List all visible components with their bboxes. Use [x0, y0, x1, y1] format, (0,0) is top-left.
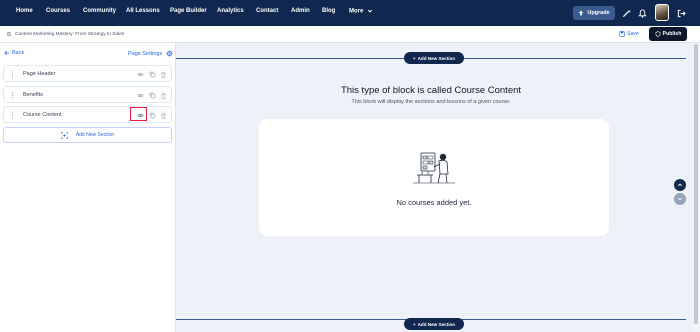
magic-wand-icon[interactable] — [620, 6, 632, 20]
arrow-left-icon — [4, 50, 10, 56]
upgrade-icon — [578, 10, 584, 16]
settings-icon — [6, 31, 12, 37]
editor-subbar: Content Marketing Mastery: From Strategy… — [0, 26, 700, 43]
nav-contact[interactable]: Contact — [256, 8, 278, 14]
back-button[interactable]: Back — [4, 50, 24, 56]
user-avatar[interactable] — [655, 4, 669, 21]
save-label: Save — [627, 31, 639, 37]
nav-community[interactable]: Community — [83, 8, 116, 14]
add-new-section-label: Add New Section — [75, 132, 115, 138]
add-section-bottom-label: Add New Section — [417, 321, 456, 327]
publish-button[interactable]: Publish — [649, 27, 687, 41]
section-label: Benefits — [23, 92, 43, 98]
vertical-scrollbar-thumb[interactable] — [694, 44, 698, 324]
scroll-down-button[interactable] — [674, 193, 686, 205]
add-section-top-label: Add New Section — [417, 55, 456, 61]
gear-icon — [166, 50, 173, 57]
nav-admin[interactable]: Admin — [291, 8, 310, 14]
nav-page-builder[interactable]: Page Builder — [170, 8, 207, 14]
back-label: Back — [12, 50, 25, 56]
logout-icon[interactable] — [675, 6, 687, 20]
drag-handle-icon[interactable] — [11, 92, 14, 99]
trash-icon[interactable] — [159, 111, 167, 119]
save-icon — [619, 31, 625, 37]
section-label: Course Content — [23, 112, 62, 118]
nav-courses[interactable]: Courses — [46, 8, 70, 14]
breadcrumb-course-title: Content Marketing Mastery: From Strategy… — [15, 31, 125, 37]
drag-handle-icon[interactable] — [11, 71, 14, 78]
publish-label: Publish — [662, 31, 682, 37]
add-section-bottom-button[interactable]: + Add New Section — [404, 318, 464, 330]
add-new-section-button[interactable]: Add New Section — [3, 127, 172, 143]
nav-home[interactable]: Home — [16, 8, 33, 14]
block-subtitle: This block will display the sections and… — [351, 99, 511, 105]
page-settings-label: Page Settings — [128, 50, 163, 57]
duplicate-icon[interactable] — [148, 111, 156, 119]
section-label: Page Header — [23, 71, 56, 77]
nav-more[interactable]: More — [349, 8, 373, 15]
trash-icon[interactable] — [159, 91, 167, 99]
top-navigation-bar: Home Courses Community All Lessons Page … — [0, 0, 700, 26]
chevron-up-icon — [677, 183, 683, 187]
plus-icon: + — [412, 321, 416, 327]
breadcrumb: Content Marketing Mastery: From Strategy… — [6, 31, 124, 37]
upgrade-button[interactable]: Upgrade — [573, 6, 615, 20]
shield-icon — [655, 31, 661, 37]
block-title: This type of block is called Course Cont… — [340, 85, 522, 96]
duplicate-icon[interactable] — [148, 70, 156, 78]
nav-all-lessons[interactable]: All Lessons — [126, 8, 160, 14]
page-settings-button[interactable]: Page Settings — [128, 50, 173, 57]
duplicate-icon[interactable] — [148, 91, 156, 99]
nav-blog[interactable]: Blog — [322, 8, 335, 14]
empty-state-message: No courses added yet. — [396, 198, 472, 207]
upgrade-label: Upgrade — [587, 10, 610, 16]
scroll-up-button[interactable] — [674, 179, 686, 191]
eye-icon[interactable] — [136, 91, 144, 99]
nav-more-label: More — [349, 8, 364, 15]
trash-icon[interactable] — [159, 70, 167, 78]
add-section-top-button[interactable]: + Add New Section — [404, 52, 464, 64]
plus-icon: + — [412, 55, 416, 61]
section-row-benefits[interactable]: Benefits — [3, 86, 172, 103]
highlight-marker — [130, 107, 147, 121]
section-row-page-header[interactable]: Page Header — [3, 65, 172, 82]
bell-icon[interactable] — [636, 6, 648, 20]
nav-analytics[interactable]: Analytics — [217, 8, 244, 14]
chevron-down-icon — [677, 197, 683, 201]
drag-handle-icon[interactable] — [11, 112, 14, 119]
empty-state-illustration-icon — [413, 152, 455, 184]
eye-icon[interactable] — [136, 70, 144, 78]
save-button[interactable]: Save — [619, 31, 639, 37]
chevron-down-icon — [367, 9, 373, 13]
add-section-icon — [61, 131, 68, 139]
